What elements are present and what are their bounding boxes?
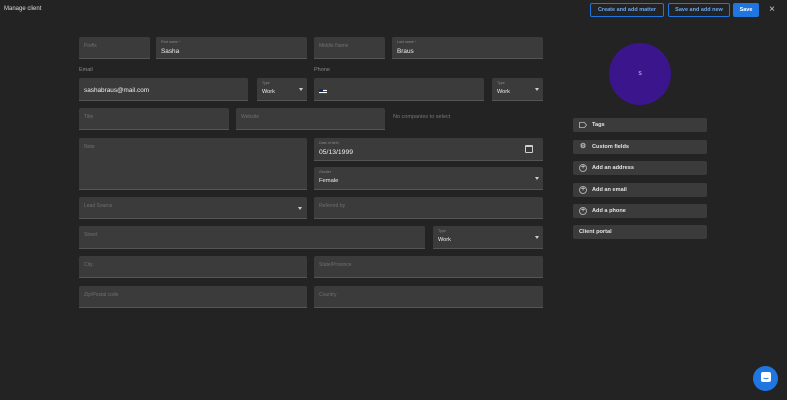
email-field[interactable]: sashabraus@mail.com [79,78,248,101]
lead-source-select[interactable]: Lead Source [79,197,307,219]
save-button[interactable]: Save [733,3,759,17]
gear-icon: ⚙ [579,143,587,150]
chevron-down-icon [535,177,539,180]
first-name-label: First name * [161,40,181,44]
date-of-birth-value: 05/13/1999 [319,149,354,156]
referred-by-field[interactable]: Referred by [314,197,543,219]
city-placeholder: City [84,262,93,268]
sidebar-item-client-portal[interactable]: Client portal [573,225,707,239]
phone-type-select[interactable]: Type Work [492,78,543,101]
referred-by-placeholder: Referred by [319,203,346,209]
create-and-add-matter-button[interactable]: Create and add matter [590,3,664,17]
chevron-down-icon [535,88,539,91]
email-type-value: Work [262,89,275,95]
sidebar-item-add-phone[interactable]: + Add a phone [573,204,707,218]
sidebar-item-label: Add a phone [592,208,626,214]
sidebar-item-label: Tags [592,122,605,128]
note-textarea[interactable]: Note [79,138,307,190]
sidebar-item-add-address[interactable]: + Add an address [573,161,707,175]
country-field[interactable]: Country [314,286,543,308]
date-of-birth-label: Date of birth [319,141,339,145]
zip-placeholder: Zip/Postal code [84,292,119,298]
address-type-value: Work [438,237,451,243]
sidebar-item-custom-fields[interactable]: ⚙ Custom fields [573,140,707,154]
country-placeholder: Country [319,292,337,298]
sidebar-item-add-email[interactable]: + Add an email [573,183,707,197]
avatar[interactable]: S [609,43,671,105]
title-placeholder: Title [84,114,94,120]
plus-circle-icon: + [579,186,587,194]
prefix-placeholder: Prefix [84,43,97,49]
sidebar-item-label: Custom fields [592,144,629,150]
address-type-select[interactable]: Type Work [433,226,543,249]
phone-section-label: Phone [314,67,330,73]
website-field[interactable]: Website [236,108,385,130]
date-of-birth-field[interactable]: Date of birth 05/13/1999 [314,138,543,161]
chevron-down-icon [299,88,303,91]
email-type-select[interactable]: Type Work [257,78,307,101]
calendar-icon[interactable] [525,145,533,153]
first-name-value: Sasha [161,48,180,55]
sidebar-item-label: Client portal [579,229,612,235]
middle-name-placeholder: Middle Name [319,43,349,49]
lead-source-placeholder: Lead Source [84,203,113,209]
city-field[interactable]: City [79,256,307,278]
chat-launcher-button[interactable] [753,366,778,391]
zip-field[interactable]: Zip/Postal code [79,286,307,308]
email-value: sashabraus@mail.com [84,87,150,94]
note-placeholder: Note [84,144,95,150]
address-type-label: Type [438,229,446,233]
title-field[interactable]: Title [79,108,229,130]
middle-name-field[interactable]: Middle Name [314,37,385,59]
phone-value [319,88,329,95]
plus-circle-icon: + [579,164,587,172]
email-section-label: Email [79,67,93,73]
tag-icon [579,121,587,129]
phone-type-label: Type [497,81,505,85]
plus-circle-icon: + [579,207,587,215]
save-and-add-new-button[interactable]: Save and add new [668,3,730,17]
close-icon[interactable]: × [767,4,777,16]
last-name-label: Last name * [397,40,417,44]
first-name-field[interactable]: First name * Sasha [156,37,307,59]
state-placeholder: State/Province [319,262,352,268]
chevron-down-icon [298,207,302,210]
prefix-field[interactable]: Prefix [79,37,150,59]
state-field[interactable]: State/Province [314,256,543,278]
email-type-label: Type [262,81,270,85]
gender-label: Gender [319,170,331,174]
gender-value: Female [319,178,339,184]
chat-icon [760,370,772,388]
us-flag-icon[interactable] [319,88,327,94]
street-placeholder: Street [84,232,98,238]
street-field[interactable]: Street [79,226,425,249]
sidebar-item-label: Add an address [592,165,634,171]
last-name-value: Braus [397,48,414,55]
website-placeholder: Website [241,114,259,120]
gender-select[interactable]: Gender Female [314,167,543,190]
chevron-down-icon [535,236,539,239]
page-title: Manage client [4,6,42,12]
phone-field[interactable] [314,78,484,101]
phone-type-value: Work [497,89,510,95]
last-name-field[interactable]: Last name * Braus [392,37,543,59]
sidebar-item-label: Add an email [592,187,627,193]
sidebar-item-tags[interactable]: Tags [573,118,707,132]
no-companies-text: No companies to select [393,114,451,120]
